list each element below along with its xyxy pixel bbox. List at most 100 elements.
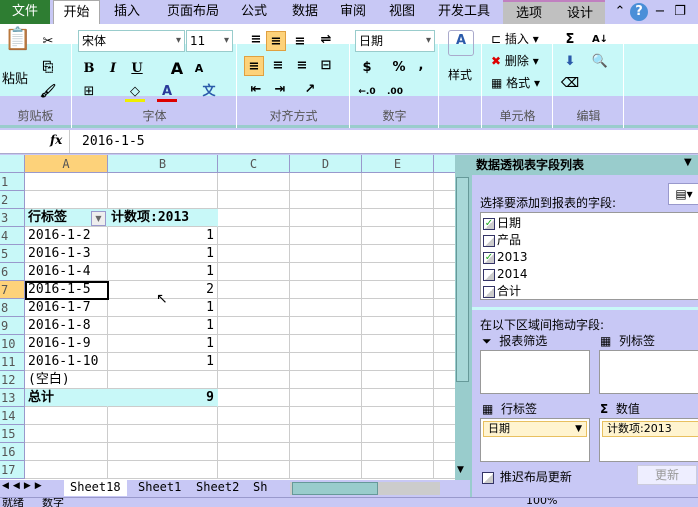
pivot-row-label[interactable]: 2016-1-8 — [25, 317, 108, 335]
cell[interactable] — [362, 461, 434, 479]
cell[interactable] — [108, 173, 218, 191]
paste-icon[interactable]: 📋 — [4, 29, 31, 60]
cell[interactable] — [218, 335, 290, 353]
vertical-scrollbar[interactable]: ▼ — [455, 155, 470, 480]
sheet-nav-arrows[interactable]: ◀◀▶▶ — [2, 481, 46, 491]
pivot-total-label[interactable]: 总计 — [25, 389, 108, 407]
pivot-row-value[interactable]: 1 — [108, 263, 218, 281]
tab-developer[interactable]: 开发工具 — [432, 0, 496, 24]
row-header[interactable]: 5 — [0, 245, 25, 263]
horizontal-scrollbar[interactable] — [290, 482, 440, 495]
formula-input[interactable]: 2016-1-5 — [82, 134, 145, 149]
pivot-row-label[interactable]: 2016-1-3 — [25, 245, 108, 263]
cell[interactable] — [362, 371, 434, 389]
row-header[interactable]: 7 — [0, 281, 25, 299]
row-header[interactable]: 6 — [0, 263, 25, 281]
font-name-select[interactable]: 宋体 — [78, 30, 185, 52]
update-button[interactable]: 更新 — [637, 465, 697, 485]
cell[interactable] — [290, 191, 362, 209]
sheet-tab-sheet2[interactable]: Sheet2 — [192, 480, 243, 496]
cell[interactable] — [362, 191, 434, 209]
cell[interactable] — [434, 227, 455, 245]
italic-button[interactable]: I — [103, 59, 123, 79]
sheet-tab-sheet1[interactable]: Sheet1 — [134, 480, 185, 496]
row-header[interactable]: 17 — [0, 461, 25, 479]
pivot-row-value[interactable]: 1 — [108, 335, 218, 353]
pivot-row-label[interactable]: 2016-1-7 — [25, 299, 108, 317]
checkbox-checked-icon[interactable]: ✓ — [483, 217, 495, 230]
cell[interactable] — [434, 263, 455, 281]
field-item[interactable]: 2014 — [483, 265, 528, 283]
row-labels-area[interactable]: 日期 ▼ — [480, 418, 590, 462]
sheet-tab-sheet18[interactable]: Sheet18 — [64, 480, 127, 496]
row-header[interactable]: 9 — [0, 317, 25, 335]
format-cells-button[interactable]: ▦ 格式 ▾ — [491, 74, 540, 91]
cell[interactable] — [434, 371, 455, 389]
cell[interactable] — [218, 461, 290, 479]
checkbox-checked-icon[interactable]: ✓ — [483, 251, 495, 264]
cell[interactable] — [434, 281, 455, 299]
wrap-text-icon[interactable]: ⇌ — [316, 30, 336, 50]
cell[interactable] — [218, 263, 290, 281]
row-header[interactable]: 16 — [0, 443, 25, 461]
increase-indent-icon[interactable]: ⇥ — [270, 80, 290, 100]
decrease-decimal-icon[interactable]: .00 — [385, 82, 405, 102]
defer-update-checkbox[interactable]: 推迟布局更新 — [482, 468, 572, 485]
pivot-row-value[interactable]: 1 — [108, 353, 218, 371]
cell[interactable] — [362, 245, 434, 263]
pivot-row-label[interactable]: 2016-1-9 — [25, 335, 108, 353]
cell[interactable] — [362, 389, 434, 407]
currency-icon[interactable]: $ — [357, 58, 377, 78]
cell[interactable] — [25, 425, 108, 443]
align-left-icon[interactable]: ≡ — [244, 56, 264, 76]
cell[interactable] — [434, 209, 455, 227]
field-item[interactable]: 产品 — [483, 231, 521, 249]
active-cell-cursor[interactable] — [25, 281, 109, 300]
pivot-row-label[interactable]: (空白) — [25, 371, 108, 389]
cell[interactable] — [218, 191, 290, 209]
select-all-corner[interactable] — [0, 155, 25, 173]
cell[interactable] — [218, 173, 290, 191]
cell[interactable] — [434, 461, 455, 479]
tab-formulas[interactable]: 公式 — [232, 0, 276, 24]
pivot-row-value[interactable]: 1 — [108, 317, 218, 335]
borders-icon[interactable]: ⊞ — [79, 82, 99, 102]
cell[interactable] — [25, 407, 108, 425]
clear-icon[interactable]: ⌫ — [560, 74, 580, 94]
cell[interactable] — [290, 299, 362, 317]
column-header[interactable]: C — [218, 155, 290, 173]
column-header[interactable]: A — [25, 155, 108, 173]
cell[interactable] — [108, 443, 218, 461]
cell[interactable] — [290, 227, 362, 245]
row-field-chip[interactable]: 日期 ▼ — [483, 421, 587, 437]
cell[interactable] — [218, 209, 290, 227]
cell[interactable] — [434, 407, 455, 425]
minimize-ribbon-icon[interactable]: ⌃ — [612, 0, 628, 24]
cell[interactable] — [434, 389, 455, 407]
cell[interactable] — [362, 173, 434, 191]
align-center-icon[interactable]: ≡ — [268, 56, 288, 76]
row-header[interactable]: 1 — [0, 173, 25, 191]
number-format-select[interactable]: 日期 — [355, 30, 435, 52]
restore-window-icon[interactable]: ❐ — [672, 0, 688, 24]
cell[interactable] — [434, 443, 455, 461]
row-header[interactable]: 12 — [0, 371, 25, 389]
cell[interactable] — [108, 191, 218, 209]
cell[interactable] — [218, 245, 290, 263]
cell[interactable] — [218, 281, 290, 299]
pane-menu-icon[interactable]: ▼ — [684, 157, 692, 168]
tab-insert[interactable]: 插入 — [103, 0, 151, 24]
pivot-row-label[interactable]: 2016-1-2 — [25, 227, 108, 245]
row-header[interactable]: 15 — [0, 425, 25, 443]
cell[interactable] — [25, 173, 108, 191]
tab-home[interactable]: 开始 — [53, 0, 100, 24]
cell[interactable] — [218, 317, 290, 335]
column-labels-area[interactable] — [599, 350, 698, 394]
field-item[interactable]: ✓ 2013 — [483, 248, 528, 266]
row-header[interactable]: 2 — [0, 191, 25, 209]
layout-options-icon[interactable]: ▤▾ — [668, 183, 698, 205]
value-field-chip[interactable]: 计数项:2013 — [602, 421, 698, 437]
column-header[interactable]: B — [108, 155, 218, 173]
scroll-down-icon[interactable]: ▼ — [457, 465, 464, 475]
cell[interactable] — [290, 317, 362, 335]
